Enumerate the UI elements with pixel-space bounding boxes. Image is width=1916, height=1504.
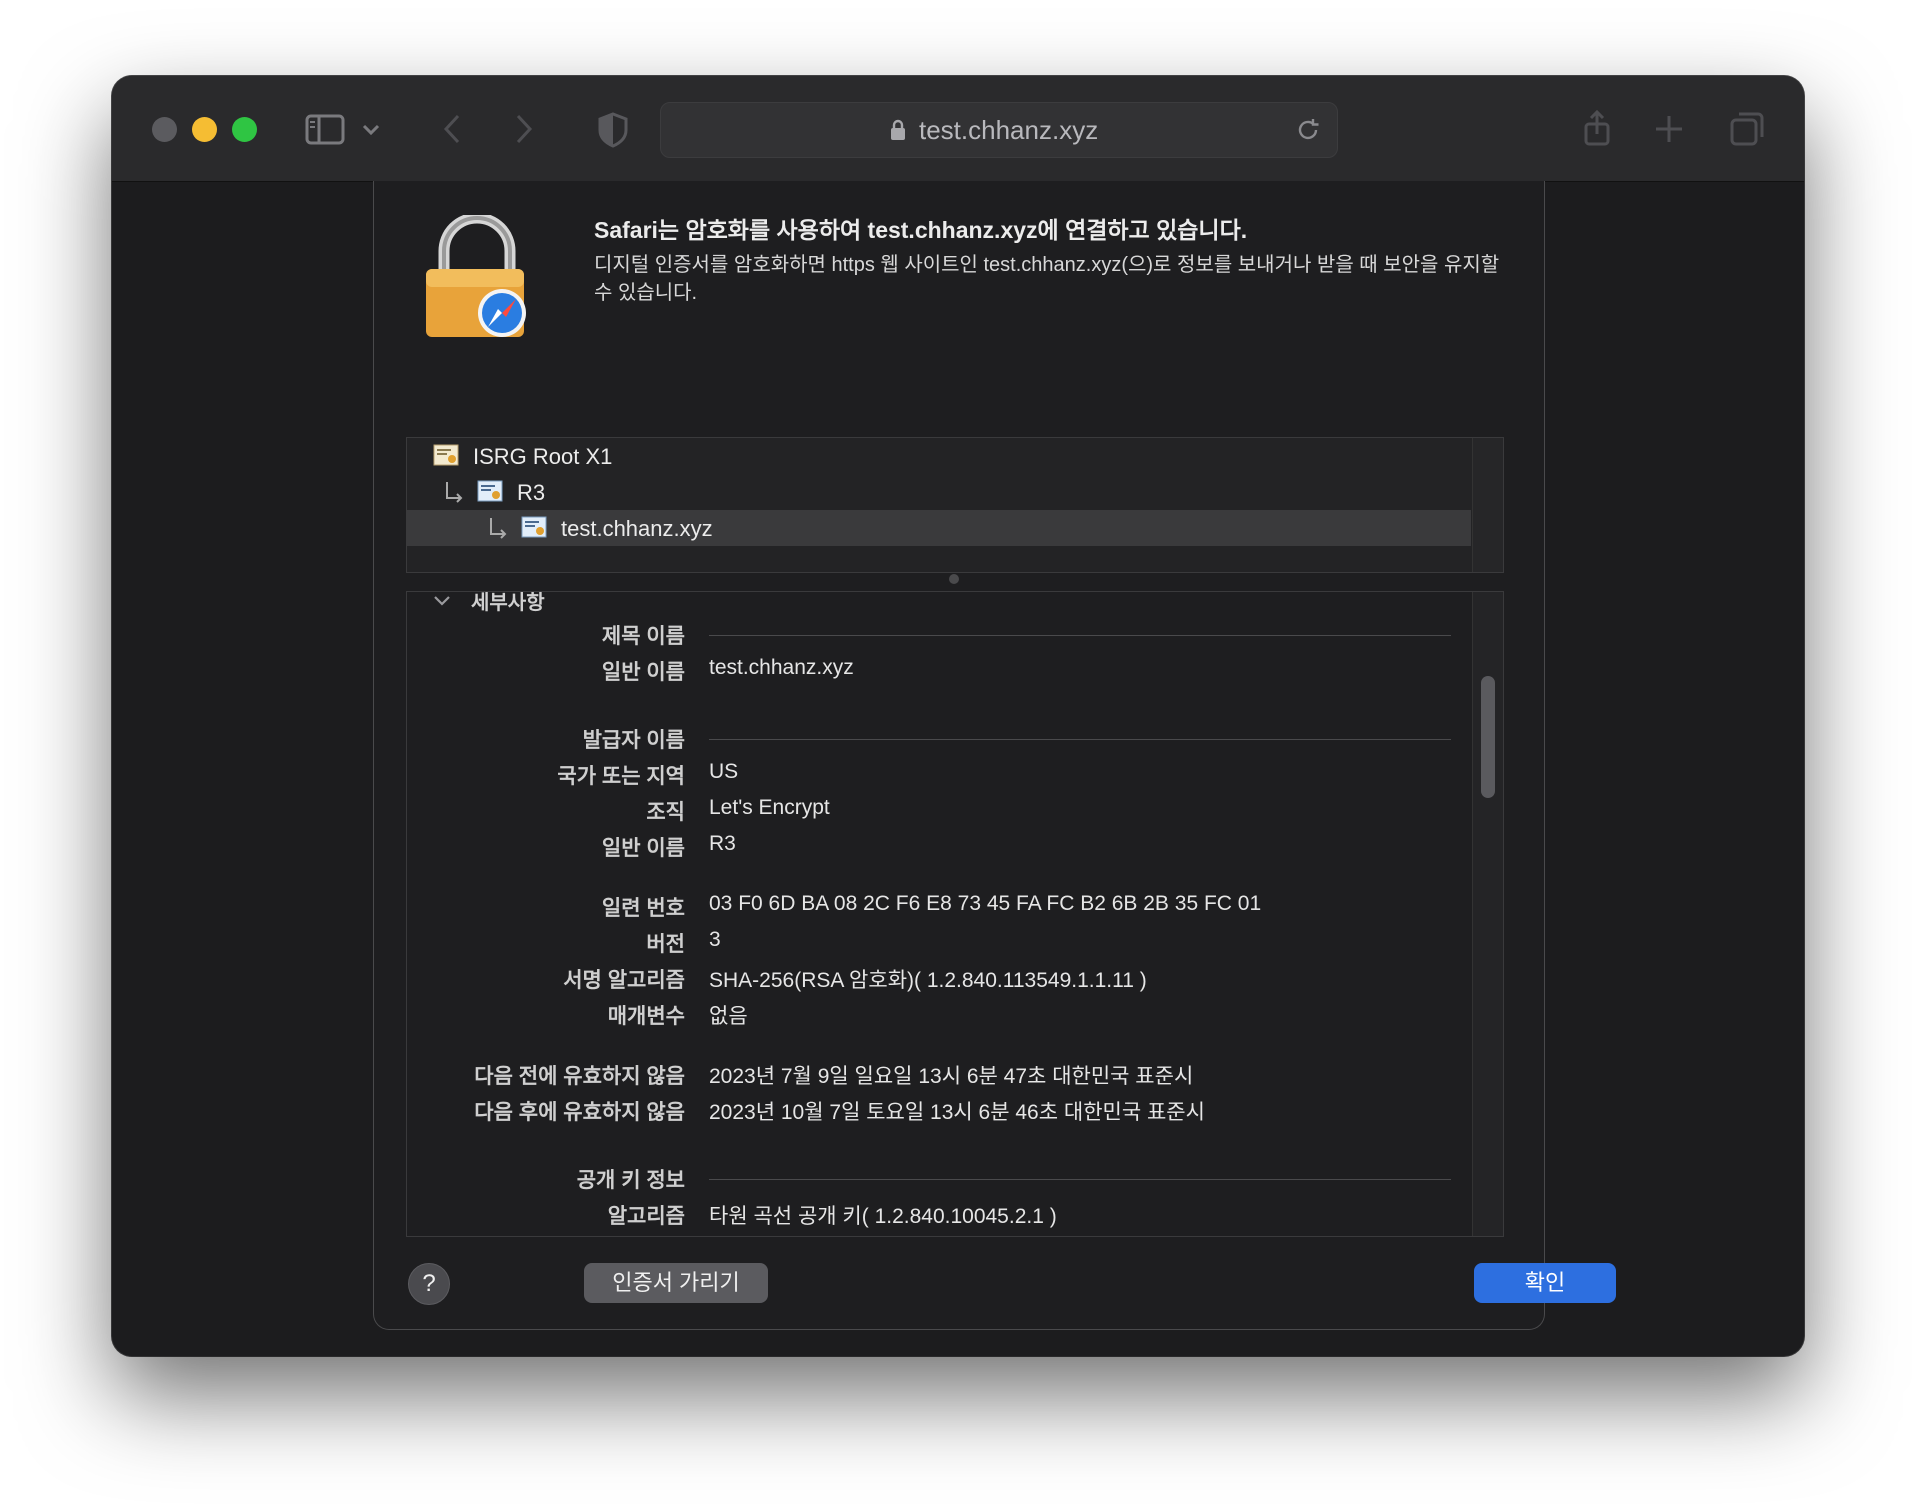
lock-icon — [889, 119, 907, 141]
cert-chain-label: test.chhanz.xyz — [561, 516, 713, 541]
field-label: 일련 번호 — [601, 897, 685, 920]
field-value: R3 — [709, 832, 736, 855]
toolbar: test.chhanz.xyz — [112, 76, 1804, 182]
field-value: Let's Encrypt — [709, 796, 830, 819]
forward-icon[interactable] — [500, 106, 546, 152]
tree-scrollbar[interactable] — [1472, 438, 1503, 572]
share-icon[interactable] — [1574, 106, 1620, 152]
field-label: 버전 — [646, 933, 685, 956]
field-value: 3 — [709, 928, 721, 951]
sidebar-icon[interactable] — [302, 106, 348, 152]
field-label: 알고리즘 — [607, 1205, 685, 1228]
field-label: 매개변수 — [607, 1005, 685, 1028]
field-value: 03 F0 6D BA 08 2C F6 E8 73 45 FA FC B2 6… — [709, 892, 1262, 915]
chevron-down-icon[interactable] — [356, 106, 386, 152]
public-key-header: 공개 키 정보 — [576, 1169, 685, 1192]
zoom-window-button[interactable] — [232, 117, 257, 142]
chevron-down-icon[interactable] — [433, 594, 451, 608]
split-view-handle[interactable] — [949, 574, 959, 584]
field-value: SHA-256(RSA 암호화)( 1.2.840.113549.1.1.11 … — [709, 969, 1147, 992]
field-label: 다음 전에 유효하지 않음 — [474, 1065, 685, 1088]
certificate-icon — [477, 480, 503, 502]
cert-chain-label: R3 — [517, 480, 546, 505]
field-value: 2023년 10월 7일 토요일 13시 6분 46초 대한민국 표준시 — [709, 1101, 1205, 1124]
divider — [709, 739, 1451, 740]
back-icon[interactable] — [430, 106, 476, 152]
hide-certificate-button[interactable]: 인증서 가리기 — [584, 1263, 768, 1303]
minimize-window-button[interactable] — [192, 117, 217, 142]
field-label: 국가 또는 지역 — [557, 765, 685, 788]
safari-window: test.chhanz.xyz Safari는 암호화를 사용하여 test.c… — [112, 76, 1804, 1356]
field-value: test.chhanz.xyz — [709, 656, 854, 679]
certificate-sheet: Safari는 암호화를 사용하여 test.chhanz.xyz에 연결하고 … — [373, 181, 1616, 1330]
dialog-title: Safari는 암호화를 사용하여 test.chhanz.xyz에 연결하고 … — [594, 217, 1248, 243]
cert-chain-item[interactable]: ISRG Root X1 — [407, 438, 1471, 474]
certificate-details: 세부사항 제목 이름 일반 이름 test.chhanz.xyz 발급자 이름 … — [406, 591, 1504, 1237]
details-section-title[interactable]: 세부사항 — [471, 592, 545, 615]
divider — [709, 635, 1451, 636]
tab-overview-icon[interactable] — [1724, 106, 1770, 152]
details-scrollbar[interactable] — [1472, 592, 1503, 1236]
new-tab-icon[interactable] — [1646, 106, 1692, 152]
cert-chain-item[interactable]: R3 — [407, 474, 1471, 510]
branch-arrow-icon — [487, 516, 509, 540]
field-value: US — [709, 760, 739, 783]
address-bar[interactable]: test.chhanz.xyz — [660, 102, 1338, 158]
field-value: 없음 — [709, 1005, 748, 1028]
subject-name-header: 제목 이름 — [601, 625, 685, 648]
field-label: 조직 — [646, 801, 685, 824]
close-window-button[interactable] — [152, 117, 177, 142]
certificate-chain-tree: ISRG Root X1 R3 test.chhanz.xyz — [406, 437, 1504, 573]
safari-lock-icon — [422, 212, 532, 339]
scroll-thumb[interactable] — [1481, 676, 1495, 798]
field-label: 일반 이름 — [601, 837, 685, 860]
field-label: 일반 이름 — [601, 661, 685, 684]
dialog-description: 디지털 인증서를 암호화하면 https 웹 사이트인 test.chhanz.… — [594, 254, 1500, 304]
url-text: test.chhanz.xyz — [919, 115, 1099, 145]
field-value: 타원 곡선 공개 키( 1.2.840.10045.2.1 ) — [709, 1205, 1057, 1228]
privacy-shield-icon[interactable] — [590, 106, 636, 152]
reload-icon[interactable] — [1293, 115, 1323, 145]
ok-button[interactable]: 확인 — [1474, 1263, 1616, 1303]
branch-arrow-icon — [443, 480, 465, 504]
certificate-icon — [433, 444, 459, 466]
field-label: 서명 알고리즘 — [563, 969, 685, 992]
field-label: 다음 후에 유효하지 않음 — [474, 1101, 685, 1124]
help-button[interactable]: ? — [408, 1263, 450, 1305]
cert-chain-label: ISRG Root X1 — [473, 444, 613, 469]
issuer-name-header: 발급자 이름 — [582, 729, 685, 752]
cert-chain-item-selected[interactable]: test.chhanz.xyz — [407, 510, 1471, 546]
field-value: 2023년 7월 9일 일요일 13시 6분 47초 대한민국 표준시 — [709, 1065, 1194, 1088]
certificate-icon — [521, 516, 547, 538]
divider — [709, 1179, 1451, 1180]
